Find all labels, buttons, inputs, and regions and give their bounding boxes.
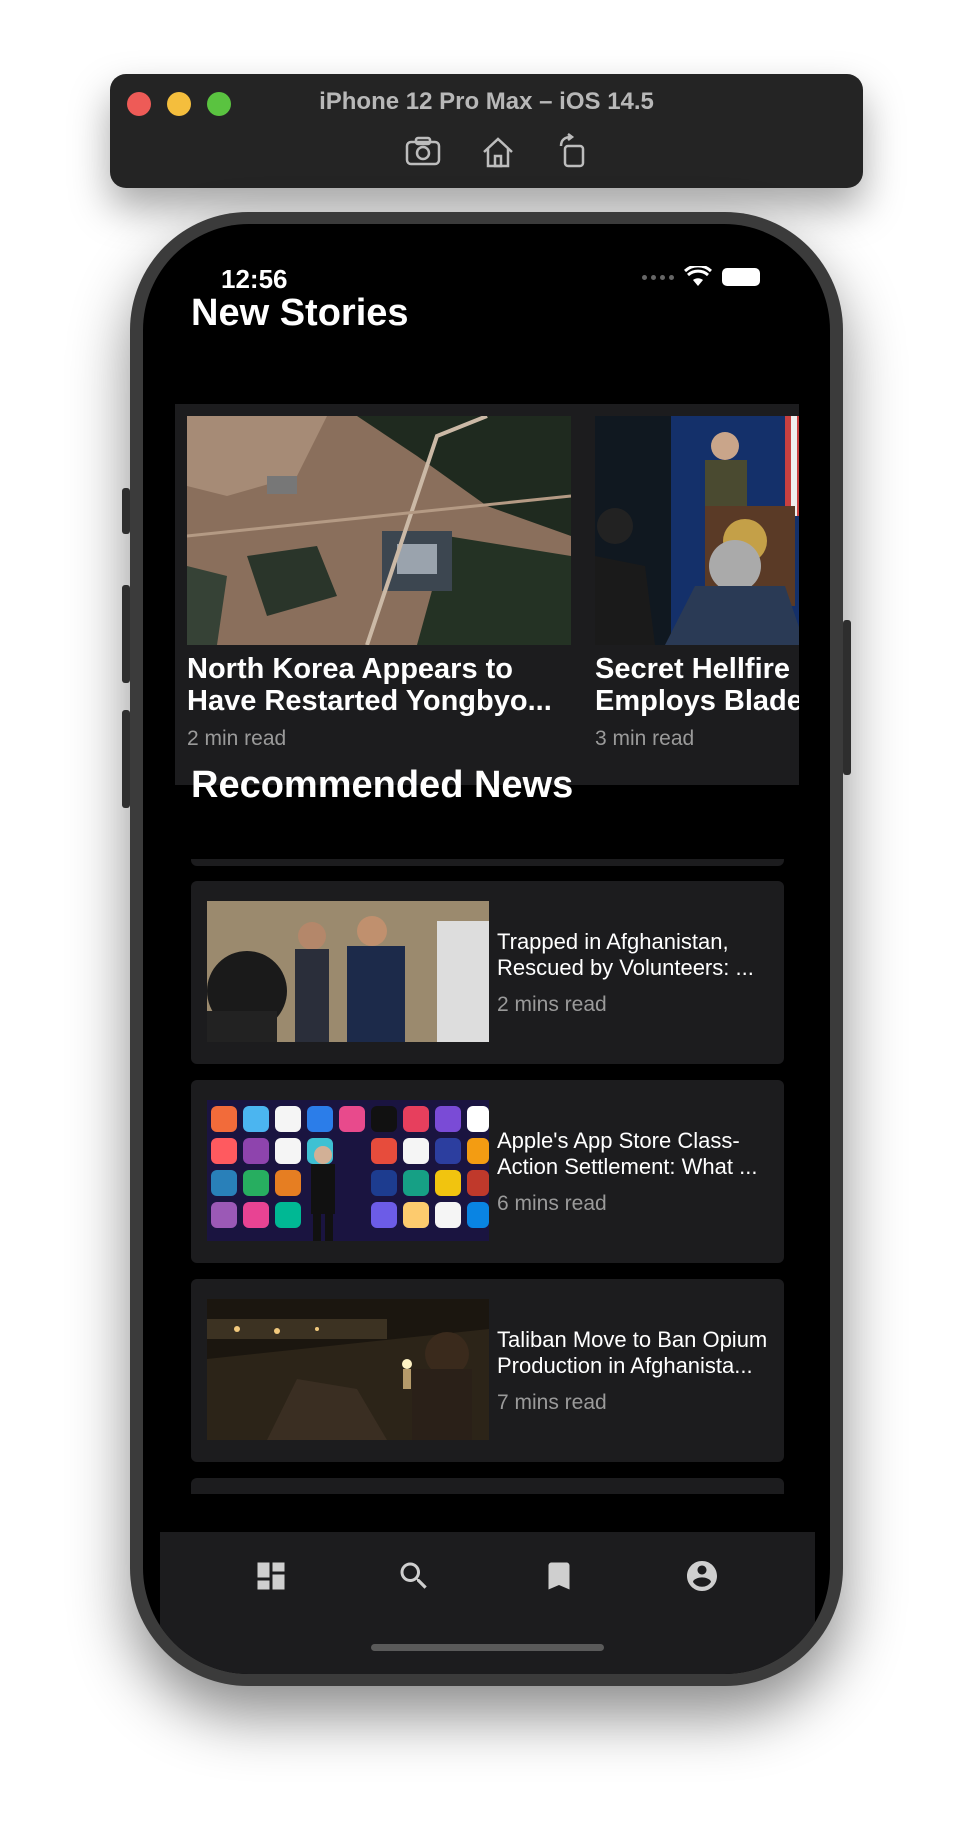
story-card[interactable]: North Korea Appears to Have Restarted Yo…: [187, 416, 571, 751]
status-time: 12:56: [221, 264, 288, 294]
search-icon: [400, 1562, 427, 1589]
home-indicator: [371, 1644, 604, 1651]
satellite-image: [187, 416, 571, 645]
volume-down-button: [122, 710, 130, 808]
new-stories-title: New Stories: [191, 292, 409, 334]
recommended-news-list[interactable]: Trapped in Afghanistan, Rescued by Volun…: [191, 859, 784, 1494]
news-title: Apple's App Store Class- Action Settleme…: [497, 1128, 758, 1179]
tab-account[interactable]: [680, 1554, 724, 1598]
tab-search[interactable]: [392, 1554, 436, 1598]
simulator-title: iPhone 12 Pro Max – iOS 14.5: [319, 88, 654, 115]
screenshot-icon[interactable]: [401, 132, 445, 172]
tab-dashboard[interactable]: [249, 1554, 293, 1598]
battery-icon: [722, 268, 760, 286]
rotate-icon[interactable]: [551, 132, 595, 172]
two-men-photo: [207, 901, 489, 1042]
home-icon[interactable]: [476, 132, 520, 172]
side-button: [843, 620, 851, 775]
list-item[interactable]: Apple's App Store Class- Action Settleme…: [191, 1080, 784, 1263]
wifi-icon: [684, 266, 712, 286]
account-icon: [687, 1561, 717, 1591]
story-read-time: 2 min read: [187, 727, 287, 750]
story-read-time: 3 min read: [595, 727, 695, 750]
cellular-icon: [642, 274, 674, 280]
list-item[interactable]: Taliban Move to Ban Opium Production in …: [191, 1279, 784, 1462]
tab-bar: [160, 1532, 815, 1674]
recommended-news-title: Recommended News: [191, 764, 574, 806]
list-item[interactable]: [191, 1478, 784, 1494]
news-read-time: 2 mins read: [497, 993, 607, 1016]
app-icons-stage-photo: [207, 1100, 489, 1241]
news-read-time: 7 mins read: [497, 1391, 607, 1414]
news-title: Taliban Move to Ban Opium Production in …: [497, 1327, 768, 1378]
story-card[interactable]: Secret Hellfire Employs Blades 3 min rea…: [595, 416, 799, 751]
simulator-toolbar: iPhone 12 Pro Max – iOS 14.5: [110, 74, 863, 188]
tab-bookmarks[interactable]: [537, 1554, 581, 1598]
press-briefing-image: [595, 416, 799, 645]
news-title: Trapped in Afghanistan, Rescued by Volun…: [497, 929, 754, 980]
list-item[interactable]: [191, 859, 784, 866]
story-title: North Korea Appears to Have Restarted Yo…: [187, 653, 552, 717]
story-title: Secret Hellfire Employs Blades: [595, 653, 799, 717]
list-item[interactable]: Trapped in Afghanistan, Rescued by Volun…: [191, 881, 784, 1064]
news-read-time: 6 mins read: [497, 1192, 607, 1215]
volume-up-button: [122, 585, 130, 683]
mute-switch: [122, 488, 130, 534]
new-stories-carousel[interactable]: North Korea Appears to Have Restarted Yo…: [175, 404, 799, 785]
night-camp-photo: [207, 1299, 489, 1440]
dashboard-icon: [257, 1562, 285, 1590]
status-indicators: [642, 266, 760, 288]
bookmark-icon: [548, 1562, 570, 1590]
phone-screen: 12:56 New Stories North Korea Appears to…: [143, 224, 830, 1674]
